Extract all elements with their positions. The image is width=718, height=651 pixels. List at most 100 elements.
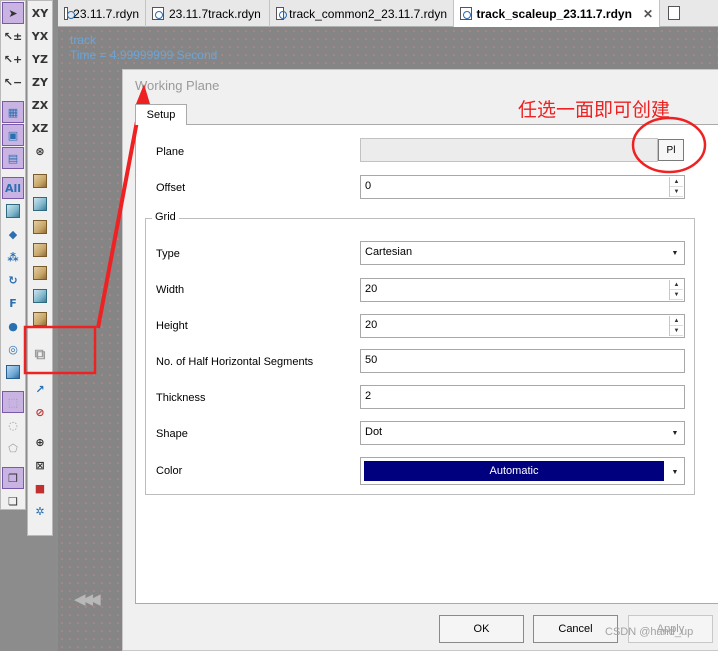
select-minus-icon[interactable]: ↖− (2, 71, 24, 93)
document-tab-bar: 23.11.7.rdyn 23.11.7track.rdyn track_com… (58, 0, 718, 27)
thickness-field[interactable]: 2 (360, 385, 685, 409)
type-value: Cartesian (365, 246, 413, 258)
tab-doc-1[interactable]: 23.11.7.rdyn (58, 0, 146, 27)
filter-all-label: All (4, 181, 22, 195)
working-plane-icon[interactable]: ⧉ (29, 338, 51, 370)
plane-label: Plane (156, 146, 185, 158)
layer-icon[interactable]: ❐ (2, 467, 24, 489)
tab-label: track_common2_23.11.7.rdyn (289, 6, 447, 21)
shape-select[interactable]: Dot ▼ (360, 421, 685, 445)
tab-setup[interactable]: Setup (135, 104, 187, 125)
plane-pick-button[interactable]: Pl (658, 139, 684, 161)
view-zy-icon[interactable]: ZY (29, 71, 51, 93)
circle-select-icon[interactable]: ◌ (2, 414, 24, 436)
color-select[interactable]: Automatic ▼ (360, 457, 685, 485)
polygon-select-icon[interactable]: ⬠ (2, 437, 24, 459)
tab-doc-4-active[interactable]: track_scaleup_23.11.7.rdyn ✕ (454, 0, 660, 27)
body-cube-icon[interactable] (2, 200, 24, 222)
document-icon (276, 7, 288, 20)
no-cursor-icon[interactable]: ⊘ (29, 401, 51, 423)
force-label: F (9, 296, 17, 310)
force-icon[interactable]: F (2, 292, 24, 314)
half-segments-value: 50 (365, 354, 378, 366)
half-segments-label: No. of Half Horizontal Segments (156, 356, 314, 368)
select-cursor-icon[interactable]: ➤ (2, 2, 24, 24)
rect-select-icon[interactable]: ⬚ (2, 391, 24, 413)
multi-select-icon[interactable]: ▤ (2, 147, 24, 169)
offset-field[interactable]: 0 ▲ ▼ (360, 175, 685, 199)
box-select-icon[interactable]: ▣ (2, 124, 24, 146)
rotation-icon[interactable]: ↻ (2, 269, 24, 291)
view-xy-label: XY (31, 6, 49, 20)
shape-label: Shape (156, 428, 188, 440)
stepper-up-icon[interactable]: ▲ (670, 316, 683, 326)
new-document-icon[interactable] (668, 6, 680, 20)
chevron-down-icon: ▼ (671, 468, 679, 476)
view-xz-label: XZ (31, 121, 49, 135)
chevron-down-icon: ▼ (671, 249, 679, 257)
render-mode-icon[interactable]: ■ (29, 477, 51, 499)
layer-copy-icon[interactable]: ❏ (2, 490, 24, 512)
offset-value: 0 (365, 180, 372, 192)
height-value: 20 (365, 319, 378, 331)
grid-select-icon[interactable]: ▦ (2, 101, 24, 123)
cube-view-6-icon[interactable] (29, 285, 51, 307)
tab-label: track_scaleup_23.11.7.rdyn (476, 6, 632, 21)
half-segments-field[interactable]: 50 (360, 349, 685, 373)
sphere-icon[interactable]: ● (2, 315, 24, 337)
move-cursor-icon[interactable]: ↗ (29, 378, 51, 400)
type-label: Type (156, 248, 180, 260)
shapes-icon[interactable]: ◆ (2, 223, 24, 245)
document-icon (152, 7, 164, 20)
height-field[interactable]: 20 ▲ ▼ (360, 314, 685, 338)
rewind-icon[interactable]: ◀◀◀ (74, 590, 101, 608)
color-swatch: Automatic (364, 461, 664, 481)
stepper-down-icon[interactable]: ▼ (670, 326, 683, 336)
cube-view-1-icon[interactable] (29, 170, 51, 192)
model-name: track (70, 33, 97, 47)
view-zy-label: ZY (32, 75, 48, 89)
width-label: Width (156, 284, 185, 296)
tab-doc-2[interactable]: 23.11.7track.rdyn (146, 0, 270, 27)
zoom-fit-icon[interactable]: ⊠ (29, 454, 51, 476)
stepper-down-icon[interactable]: ▼ (670, 290, 683, 300)
view-zx-icon[interactable]: ZX (29, 94, 51, 116)
cube-view-7-icon[interactable] (29, 308, 51, 330)
height-stepper[interactable]: ▲ ▼ (669, 316, 683, 336)
close-tab-icon[interactable]: ✕ (643, 7, 653, 21)
width-stepper[interactable]: ▲ ▼ (669, 280, 683, 300)
cube-view-5-icon[interactable] (29, 262, 51, 284)
select-plus-icon[interactable]: ↖+ (2, 48, 24, 70)
annotation-text: 任选一面即可创建 (518, 99, 671, 121)
view-yz-icon[interactable]: YZ (29, 48, 51, 70)
height-label: Height (156, 320, 188, 332)
view-xz-icon[interactable]: XZ (29, 117, 51, 139)
stepper-up-icon[interactable]: ▲ (670, 280, 683, 290)
chevron-down-icon: ▼ (671, 429, 679, 437)
thickness-label: Thickness (156, 392, 206, 404)
view-xy-icon[interactable]: XY (29, 2, 51, 24)
simulation-time: Time = 4.99999999 Second (70, 48, 218, 62)
solid-cube-icon[interactable] (2, 361, 24, 383)
view-reset-icon[interactable]: ⊛ (29, 140, 51, 162)
select-add-icon[interactable]: ↖± (2, 25, 24, 47)
target-icon[interactable]: ◎ (2, 338, 24, 360)
cube-view-4-icon[interactable] (29, 239, 51, 261)
cube-view-3-icon[interactable] (29, 216, 51, 238)
view-zx-label: ZX (31, 98, 49, 112)
view-yz-label: YZ (32, 52, 48, 66)
fit-all-icon[interactable]: ⊕ (29, 431, 51, 453)
cube-view-2-icon[interactable] (29, 193, 51, 215)
stepper-up-icon[interactable]: ▲ (670, 177, 683, 187)
offset-stepper[interactable]: ▲ ▼ (669, 177, 683, 197)
ok-button[interactable]: OK (439, 615, 524, 643)
width-field[interactable]: 20 ▲ ▼ (360, 278, 685, 302)
joint-icon[interactable]: ⁂ (2, 246, 24, 268)
type-select[interactable]: Cartesian ▼ (360, 241, 685, 265)
tab-doc-3[interactable]: track_common2_23.11.7.rdyn (270, 0, 454, 27)
view-yx-icon[interactable]: YX (29, 25, 51, 47)
stepper-down-icon[interactable]: ▼ (670, 187, 683, 197)
filter-all-button[interactable]: All (2, 177, 24, 199)
network-icon[interactable]: ✲ (29, 500, 51, 522)
tab-label: 23.11.7track.rdyn (169, 6, 261, 21)
